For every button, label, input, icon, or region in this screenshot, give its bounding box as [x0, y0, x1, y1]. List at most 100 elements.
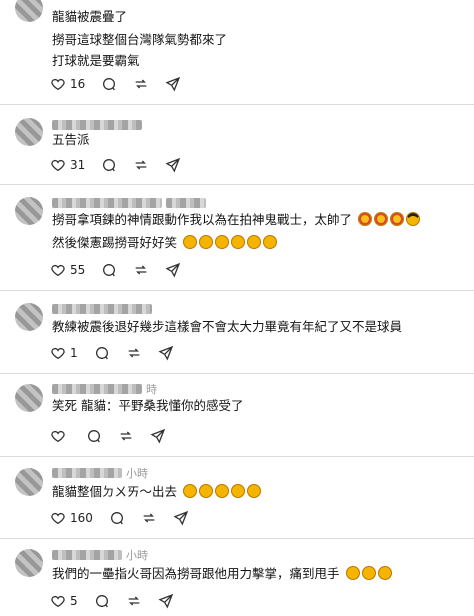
rofl-emoji-icon [377, 566, 392, 580]
post-actions [50, 426, 182, 446]
comment-icon [94, 593, 110, 609]
repost-button[interactable] [118, 428, 134, 444]
share-button[interactable] [165, 157, 181, 173]
post-text-line: 龍貓整個ㄉㄨㄞ～出去 [52, 484, 261, 500]
post-header: 時 [52, 382, 157, 396]
rofl-emoji-icon [215, 484, 229, 498]
rofl-emoji-icon [215, 235, 229, 249]
like-button[interactable]: 16 [50, 76, 85, 92]
repost-button[interactable] [133, 157, 149, 173]
repost-icon [118, 428, 134, 444]
repost-icon [133, 157, 149, 173]
avatar[interactable] [15, 303, 43, 331]
post-header: 小時 [52, 548, 148, 562]
repost-icon [126, 345, 142, 361]
repost-button[interactable] [126, 345, 142, 361]
heart-icon [50, 262, 66, 278]
avatar[interactable] [15, 118, 43, 146]
username-redacted[interactable] [52, 384, 142, 394]
comment-icon [94, 345, 110, 361]
post-text: 龍貓整個ㄉㄨㄞ～出去 [52, 484, 178, 499]
post-actions: 31 [50, 155, 197, 175]
avatar[interactable] [15, 197, 43, 225]
post-text-line: 然後傑憲踢撈哥好好笑 [52, 235, 277, 251]
share-button[interactable] [173, 510, 189, 526]
repost-button[interactable] [133, 76, 149, 92]
like-count: 16 [70, 77, 86, 91]
comment-button[interactable] [109, 510, 125, 526]
post-actions: 1 [50, 343, 190, 363]
avatar[interactable] [15, 384, 43, 412]
comment-button[interactable] [86, 428, 102, 444]
post-text: 撈哥拿項鍊的神情跟動作我以為在拍神鬼戰士，太帥了 [52, 212, 353, 227]
like-count: 160 [70, 511, 93, 525]
timestamp-redacted [166, 198, 206, 208]
post-text-line: 撈哥拿項鍊的神情跟動作我以為在拍神鬼戰士，太帥了 [52, 212, 420, 228]
like-button[interactable]: 31 [50, 157, 85, 173]
username-redacted[interactable] [52, 304, 152, 314]
share-button[interactable] [158, 593, 174, 609]
post-actions: 16 [50, 74, 197, 94]
share-icon [165, 262, 181, 278]
share-button[interactable] [165, 76, 181, 92]
post-timestamp: 時 [146, 383, 157, 396]
share-button[interactable] [165, 262, 181, 278]
comment-icon [86, 428, 102, 444]
post-text-line: 撈哥這球整個台灣隊氣勢都來了 [52, 32, 228, 47]
divider [0, 373, 474, 374]
like-button[interactable]: 5 [50, 593, 78, 609]
divider [0, 184, 474, 185]
post-actions: 5 [50, 591, 190, 611]
share-button[interactable] [158, 345, 174, 361]
comment-feed: 龍貓被震疊了 撈哥這球整個台灣隊氣勢都來了 打球就是要霸氣 16 五告派 31 … [0, 0, 474, 616]
rofl-emoji-icon [199, 235, 213, 249]
repost-icon [133, 262, 149, 278]
comment-button[interactable] [94, 593, 110, 609]
username-redacted[interactable] [52, 550, 122, 560]
comment-button[interactable] [94, 345, 110, 361]
post-text-line: 打球就是要霸氣 [52, 53, 140, 68]
comment-icon [101, 157, 117, 173]
avatar[interactable] [15, 468, 43, 496]
post-text: 然後傑憲踢撈哥好好笑 [52, 235, 178, 250]
share-icon [158, 593, 174, 609]
heart-icon [50, 510, 66, 526]
comment-icon [101, 76, 117, 92]
avatar[interactable] [15, 549, 43, 577]
like-button[interactable]: 1 [50, 345, 78, 361]
rofl-emoji-icon [361, 566, 376, 580]
like-count: 5 [70, 594, 78, 608]
repost-icon [141, 510, 157, 526]
post-header: 小時 [52, 466, 148, 480]
repost-button[interactable] [133, 262, 149, 278]
comment-button[interactable] [101, 157, 117, 173]
repost-button[interactable] [126, 593, 142, 609]
username-redacted[interactable] [52, 120, 142, 130]
heart-icon [50, 157, 66, 173]
post-actions: 160 [50, 508, 205, 528]
share-button[interactable] [150, 428, 166, 444]
share-icon [165, 76, 181, 92]
repost-button[interactable] [141, 510, 157, 526]
like-count: 1 [70, 346, 78, 360]
like-button[interactable]: 55 [50, 262, 85, 278]
divider [0, 104, 474, 105]
post-text-line: 笑死 龍貓：平野桑我懂你的感受了 [52, 398, 244, 413]
avatar[interactable] [15, 0, 43, 22]
like-button[interactable] [50, 428, 70, 444]
heart-icon [50, 428, 66, 444]
rofl-emoji-icon [231, 235, 245, 249]
rofl-emoji-icon [199, 484, 213, 498]
comment-button[interactable] [101, 76, 117, 92]
post-header [52, 196, 206, 210]
rofl-emoji-icon [183, 484, 197, 498]
repost-icon [133, 76, 149, 92]
username-redacted[interactable] [52, 198, 162, 208]
like-count: 55 [70, 263, 86, 277]
smiling-sunglasses-emoji-icon [406, 212, 420, 226]
like-button[interactable]: 160 [50, 510, 93, 526]
star-struck-emoji-icon [358, 212, 372, 226]
comment-button[interactable] [101, 262, 117, 278]
repost-icon [126, 593, 142, 609]
username-redacted[interactable] [52, 468, 122, 478]
